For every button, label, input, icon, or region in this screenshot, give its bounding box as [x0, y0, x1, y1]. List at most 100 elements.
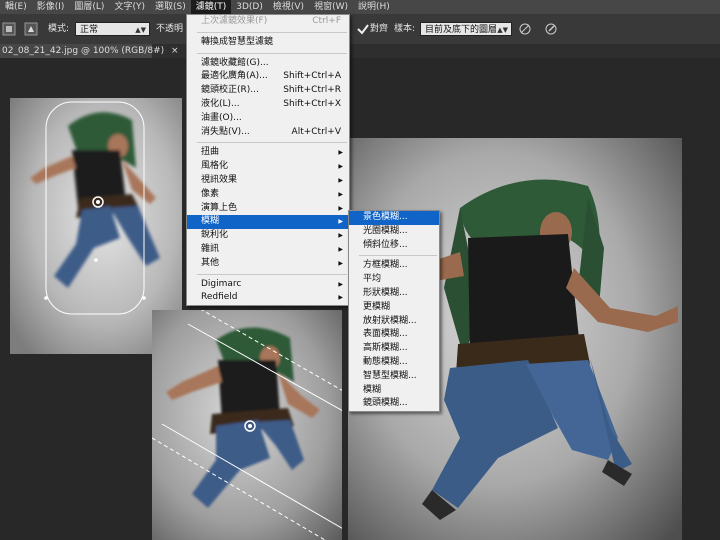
menu-item[interactable]: 液化(L)... Shift+Ctrl+X [187, 98, 349, 112]
menu-item[interactable]: 光圈模糊... [349, 225, 439, 239]
menu-item-label: 扭曲 [201, 147, 220, 158]
menu-item-label: 轉換成智慧型濾鏡 [201, 36, 274, 47]
menu-item[interactable]: 最適化廣角(A)... Shift+Ctrl+A [187, 70, 349, 84]
menu-item[interactable]: 平均 [349, 273, 439, 287]
menu-item-label: 上次濾鏡效果(F) [201, 16, 268, 26]
ignore-adjustment-layers-icon[interactable] [518, 22, 532, 36]
menu-item-shortcut: Ctrl+F [312, 16, 341, 26]
menu-item-label: 更模糊 [363, 301, 391, 312]
menu-item-shortcut: Shift+Ctrl+R [283, 85, 341, 96]
menu-item[interactable]: 方框模糊... [349, 259, 439, 273]
menu-item-label: 放射狀模糊... [363, 315, 417, 326]
menu-item-label: 視訊效果 [201, 174, 238, 185]
menu-item[interactable]: 表面模糊... [349, 328, 439, 342]
photo-tilt-shift[interactable] [152, 310, 342, 540]
menu-item[interactable]: 模糊 ▶ [187, 215, 349, 230]
menu-item-label: 最適化廣角(A)... [201, 71, 268, 82]
menu-item[interactable]: Redfield ▶ [187, 291, 349, 305]
menu-item[interactable]: 模糊 [349, 384, 439, 398]
menu-item[interactable]: 智慧型模糊... [349, 370, 439, 384]
menu-item-label: 高斯模糊... [363, 343, 408, 354]
submenu-arrow-icon: ▶ [338, 294, 343, 302]
menu-item-label: 模糊 [363, 384, 382, 395]
options-bar: 模式: 正常 ▲▼ 不透明 對齊 樣本: 目前及底下的圖層 ▲▼ [0, 14, 720, 45]
menu-item[interactable]: 雜訊 ▶ [187, 243, 349, 257]
menu-item-label: 演算上色 [201, 202, 238, 213]
menu-item-label: 平均 [363, 274, 382, 285]
document-tab-title: 02_08_21_42.jpg @ 100% (RGB/8#) [2, 46, 165, 56]
menu-0[interactable]: 輯(E) [0, 0, 32, 14]
menu-item[interactable]: 鏡頭校正(R)... Shift+Ctrl+R [187, 84, 349, 98]
menu-item[interactable]: 高斯模糊... [349, 342, 439, 356]
menu-7[interactable]: 檢視(V) [268, 0, 309, 14]
menu-item[interactable]: 放射狀模糊... [349, 315, 439, 329]
menu-item-label: 濾鏡收藏館(G)... [201, 57, 269, 68]
canvas-area: 上次濾鏡效果(F) Ctrl+F 轉換成智慧型濾鏡 濾鏡收藏館(G)... 最適化廣角(… [0, 14, 720, 540]
menu-1[interactable]: 影像(I) [32, 0, 70, 14]
menu-8[interactable]: 視窗(W) [309, 0, 353, 14]
submenu-arrow-icon: ▶ [338, 259, 343, 267]
menu-item[interactable]: 鏡頭模糊... [349, 397, 439, 411]
menu-item[interactable]: 油畫(O)... [187, 112, 349, 126]
menu-item-label: 形狀模糊... [363, 287, 408, 298]
menu-separator [197, 142, 347, 144]
menu-item[interactable]: 演算上色 ▶ [187, 202, 349, 216]
menu-bar: 輯(E) 影像(I) 圖層(L) 文字(Y) 選取(S) 濾鏡(T) 3D(D) 檢視(V) 視… [0, 0, 720, 14]
sample-dropdown[interactable]: 目前及底下的圖層 ▲▼ [420, 22, 512, 36]
menu-item[interactable]: 其他 ▶ [187, 257, 349, 271]
menu-item[interactable]: 傾斜位移... [349, 239, 439, 253]
menu-item[interactable]: 像素 ▶ [187, 188, 349, 202]
pressure-icon[interactable] [544, 22, 558, 36]
document-tab[interactable]: 02_08_21_42.jpg @ 100% (RGB/8#) × [0, 44, 179, 58]
menu-item[interactable]: Digimarc ▶ [187, 278, 349, 292]
opacity-label: 不透明 [156, 24, 184, 34]
clone-stamp-tool-icon[interactable] [2, 22, 16, 36]
menu-item-label: 鏡頭模糊... [363, 398, 408, 409]
menu-item[interactable]: 動態模糊... [349, 356, 439, 370]
sample-label: 樣本: [394, 24, 416, 34]
submenu-arrow-icon: ▶ [338, 204, 343, 212]
mode-label: 模式: [48, 24, 70, 34]
menu-item-label: 方框模糊... [363, 260, 408, 271]
brush-preset-icon[interactable] [24, 22, 38, 36]
menu-5[interactable]: 濾鏡(T) [190, 0, 232, 14]
menu-item-label: 光圈模糊... [363, 225, 408, 236]
filter-menu: 上次濾鏡效果(F) Ctrl+F 轉換成智慧型濾鏡 濾鏡收藏館(G)... 最適化廣角(… [186, 14, 350, 307]
menu-item[interactable]: 轉換成智慧型濾鏡 [187, 36, 349, 50]
submenu-arrow-icon: ▶ [338, 163, 343, 171]
menu-item[interactable]: 形狀模糊... [349, 287, 439, 301]
menu-item-label: 傾斜位移... [363, 239, 408, 250]
menu-item-label: Digimarc [201, 278, 242, 289]
menu-6[interactable]: 3D(D) [231, 0, 268, 14]
jumping-dancer-tiltshift-image [152, 310, 342, 540]
menu-item-label: 像素 [201, 188, 220, 199]
menu-9[interactable]: 說明(H) [353, 0, 395, 14]
dropdown-arrow-icon: ▲▼ [135, 26, 146, 34]
menu-item[interactable]: 消失點(V)... Alt+Ctrl+V [187, 126, 349, 140]
menu-item[interactable]: 扭曲 ▶ [187, 146, 349, 160]
menu-item: 上次濾鏡效果(F) Ctrl+F [187, 15, 349, 29]
submenu-arrow-icon: ▶ [338, 176, 343, 184]
submenu-arrow-icon: ▶ [338, 245, 343, 253]
menu-item[interactable]: 視訊效果 ▶ [187, 174, 349, 188]
menu-item[interactable]: 風格化 ▶ [187, 160, 349, 174]
menu-3[interactable]: 文字(Y) [109, 0, 150, 14]
menu-item-label: 液化(L)... [201, 98, 240, 109]
menu-item[interactable]: 更模糊 [349, 301, 439, 315]
menu-separator [359, 255, 437, 257]
align-label: 對齊 [370, 24, 389, 34]
menu-item[interactable]: 濾鏡收藏館(G)... [187, 57, 349, 71]
mode-dropdown[interactable]: 正常 ▲▼ [75, 22, 150, 36]
menu-2[interactable]: 圖層(L) [69, 0, 109, 14]
close-icon[interactable]: × [171, 46, 179, 56]
menu-item-shortcut: Shift+Ctrl+X [283, 98, 341, 109]
submenu-arrow-icon: ▶ [338, 232, 343, 240]
menu-item[interactable]: 景色模糊... [349, 211, 439, 225]
menu-item-label: 表面模糊... [363, 329, 408, 340]
align-checkbox[interactable] [356, 22, 370, 36]
menu-item-shortcut: Shift+Ctrl+A [283, 71, 341, 82]
menu-4[interactable]: 選取(S) [150, 0, 191, 14]
menu-item-label: 油畫(O)... [201, 112, 242, 123]
dropdown-arrow-icon: ▲▼ [497, 26, 508, 34]
menu-item[interactable]: 銳利化 ▶ [187, 229, 349, 243]
